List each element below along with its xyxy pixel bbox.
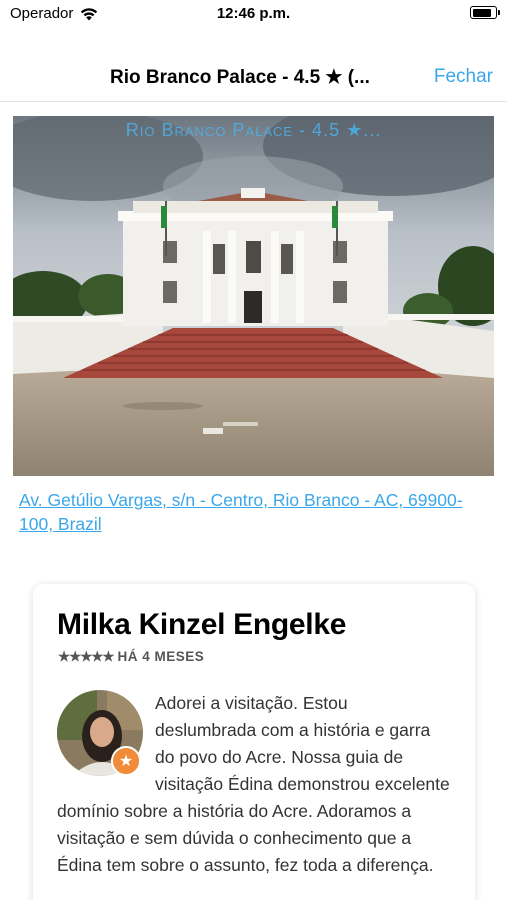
battery-icon xyxy=(470,6,500,19)
reviewer-name: Milka Kinzel Engelke xyxy=(57,608,347,641)
address-link[interactable]: Av. Getúlio Vargas, s/n - Centro, Rio Br… xyxy=(19,488,489,536)
palace-illustration xyxy=(13,116,494,476)
avatar-spacer xyxy=(57,690,155,776)
status-bar: Operador 12:46 p.m. xyxy=(0,0,507,28)
photo-overlay-title: Rio Branco Palace - 4.5 ★... xyxy=(125,120,382,140)
review-card: Milka Kinzel Engelke ★★★★★ HÁ 4 MESES ★ … xyxy=(33,584,475,900)
review-meta: ★★★★★ HÁ 4 MESES xyxy=(58,649,204,665)
battery-level xyxy=(472,8,492,17)
page-title: Rio Branco Palace - 4.5 ★ (... xyxy=(110,67,370,88)
place-photo: Rio Branco Palace - 4.5 ★... xyxy=(13,116,494,476)
review-text: Adorei a visitação. Estou deslumbrada co… xyxy=(57,690,453,879)
clock: 12:46 p.m. xyxy=(216,5,291,22)
navigation-bar: Rio Branco Palace - 4.5 ★ (... Fechar xyxy=(0,56,507,102)
review-time: HÁ 4 MESES xyxy=(117,649,205,664)
close-button[interactable]: Fechar xyxy=(434,66,493,88)
rating-stars: ★★★★★ xyxy=(58,649,115,664)
